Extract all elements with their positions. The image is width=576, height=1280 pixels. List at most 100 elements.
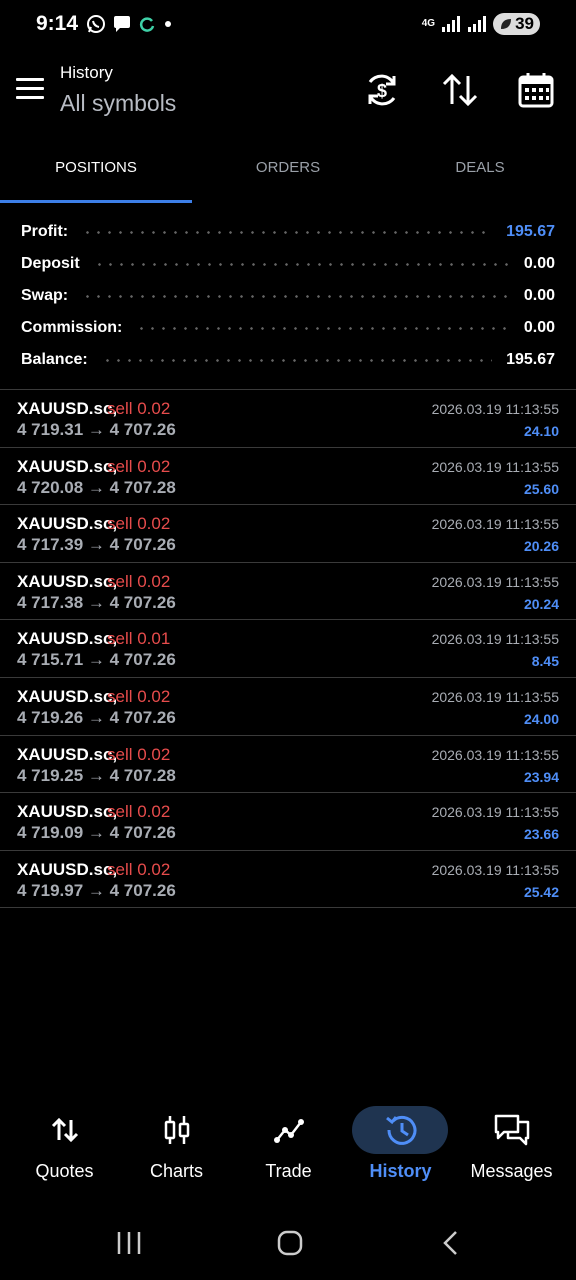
summary-row-profit: Profit: 195.67	[0, 216, 576, 248]
position-time: 2026.03.19 11:13:55	[431, 401, 559, 417]
dotted-leader	[101, 358, 493, 362]
position-prices: 4 715.71 → 4 707.26	[17, 650, 176, 670]
tab-positions[interactable]: POSITIONS	[0, 140, 192, 204]
position-type: sell 0.01	[107, 629, 171, 649]
tab-deals[interactable]: DEALS	[384, 140, 576, 204]
summary-label: Balance:	[21, 351, 88, 368]
position-profit: 25.42	[523, 883, 559, 900]
position-type: sell 0.02	[107, 802, 171, 822]
status-time: 9:14	[36, 12, 79, 35]
quotes-icon	[51, 1117, 78, 1143]
home-icon[interactable]	[276, 1228, 304, 1258]
tab-orders[interactable]: ORDERS	[192, 140, 384, 204]
svg-text:$: $	[377, 81, 387, 101]
nav-label: Charts	[149, 1161, 203, 1181]
message-icon	[114, 16, 130, 32]
calendar-icon[interactable]	[516, 70, 556, 110]
dotted-leader	[136, 326, 510, 330]
trade-icon	[273, 1119, 304, 1143]
position-prices: 4 720.08 → 4 707.28	[17, 477, 176, 497]
position-profit: 23.94	[523, 768, 559, 785]
position-prices: 4 719.09 → 4 707.26	[17, 823, 176, 843]
summary-value: 195.67	[506, 351, 555, 368]
nav-label: Messages	[470, 1161, 553, 1181]
summary-label: Commission:	[21, 319, 123, 336]
summary-label: Deposit	[21, 255, 80, 272]
summary-label: Swap:	[21, 287, 69, 304]
messages-icon	[494, 1114, 529, 1146]
dotted-leader	[93, 262, 510, 266]
history-icon	[385, 1115, 416, 1145]
position-symbol: XAUUSD.sc,	[17, 629, 118, 649]
position-symbol: XAUUSD.sc,	[17, 571, 118, 591]
list-item[interactable]: XAUUSD.sc, sell 0.02 4 719.31 → 4 707.26…	[0, 390, 576, 448]
position-symbol: XAUUSD.sc,	[17, 456, 118, 476]
position-time: 2026.03.19 11:13:55	[431, 746, 559, 763]
charts-icon	[164, 1116, 189, 1144]
positions-list: XAUUSD.sc, sell 0.02 4 719.31 → 4 707.26…	[0, 390, 576, 909]
position-prices: 4 717.38 → 4 707.26	[17, 592, 176, 612]
position-prices: 4 719.25 → 4 707.28	[17, 765, 176, 785]
nav-quotes[interactable]: Quotes	[7, 1100, 122, 1200]
list-item[interactable]: XAUUSD.sc, sell 0.02 4 719.09 → 4 707.26…	[0, 793, 576, 851]
symbol-filter[interactable]: All symbols	[60, 90, 176, 117]
list-item[interactable]: XAUUSD.sc, sell 0.02 4 719.26 → 4 707.26…	[0, 678, 576, 736]
signal-icon	[442, 16, 461, 32]
nav-label: History	[369, 1161, 432, 1181]
summary-value: 195.67	[506, 223, 555, 240]
sort-icon[interactable]	[440, 70, 480, 110]
list-item[interactable]: XAUUSD.sc, sell 0.02 4 719.97 → 4 707.26…	[0, 851, 576, 909]
position-type: sell 0.02	[107, 686, 171, 706]
app-header: History All symbols $	[0, 50, 576, 140]
position-profit: 8.45	[531, 653, 559, 670]
position-profit: 24.00	[523, 710, 559, 727]
nav-trade[interactable]: Trade	[231, 1100, 346, 1200]
status-bar: 9:14 4G 39	[0, 0, 576, 50]
nav-charts[interactable]: Charts	[119, 1100, 234, 1200]
menu-icon[interactable]	[16, 78, 44, 100]
list-item[interactable]: XAUUSD.sc, sell 0.02 4 719.25 → 4 707.28…	[0, 736, 576, 794]
position-symbol: XAUUSD.sc,	[17, 514, 118, 534]
position-profit: 25.60	[523, 480, 559, 497]
position-time: 2026.03.19 11:13:55	[431, 861, 559, 878]
summary-panel: Profit: 195.67 Deposit 0.00 Swap: 0.00 C…	[0, 216, 576, 376]
position-time: 2026.03.19 11:13:55	[431, 631, 559, 648]
position-time: 2026.03.19 11:13:55	[431, 804, 559, 821]
position-type: sell 0.02	[107, 571, 171, 591]
position-symbol: XAUUSD.sc,	[17, 686, 118, 706]
list-item[interactable]: XAUUSD.sc, sell 0.02 4 720.08 → 4 707.28…	[0, 448, 576, 506]
list-item[interactable]: XAUUSD.sc, sell 0.02 4 717.39 → 4 707.26…	[0, 505, 576, 563]
position-symbol: XAUUSD.sc,	[17, 859, 118, 879]
battery-icon: 39	[493, 13, 540, 35]
position-symbol: XAUUSD.sc,	[17, 399, 118, 418]
position-time: 2026.03.19 11:13:55	[431, 516, 559, 533]
system-navigation-bar	[0, 1210, 576, 1280]
nav-messages[interactable]: Messages	[454, 1100, 569, 1200]
summary-row-deposit: Deposit 0.00	[0, 248, 576, 280]
position-time: 2026.03.19 11:13:55	[431, 573, 559, 590]
currency-exchange-icon[interactable]: $	[362, 70, 402, 110]
summary-value: 0.00	[523, 287, 555, 304]
list-item[interactable]: XAUUSD.sc, sell 0.01 4 715.71 → 4 707.26…	[0, 620, 576, 678]
dotted-leader	[82, 294, 510, 298]
summary-value: 0.00	[523, 255, 555, 272]
position-prices: 4 719.31 → 4 707.26	[17, 420, 176, 439]
position-type: sell 0.02	[107, 514, 171, 534]
position-symbol: XAUUSD.sc,	[17, 744, 118, 764]
back-icon[interactable]	[440, 1228, 462, 1258]
list-item[interactable]: XAUUSD.sc, sell 0.02 4 717.38 → 4 707.26…	[0, 563, 576, 621]
nav-history[interactable]: History	[343, 1100, 458, 1200]
sync-icon	[139, 17, 155, 32]
position-profit: 20.26	[523, 538, 559, 555]
position-type: sell 0.02	[107, 399, 171, 418]
position-type: sell 0.02	[107, 859, 171, 879]
network-icon: 4G	[421, 18, 436, 29]
position-time: 2026.03.19 11:13:55	[431, 458, 559, 475]
position-time: 2026.03.19 11:13:55	[431, 688, 559, 705]
summary-label: Profit:	[21, 223, 69, 240]
summary-row-swap: Swap: 0.00	[0, 280, 576, 312]
recent-apps-icon[interactable]	[116, 1228, 142, 1258]
nav-label: Quotes	[35, 1161, 94, 1181]
summary-row-balance: Balance: 195.67	[0, 344, 576, 376]
position-profit: 24.10	[523, 423, 559, 439]
